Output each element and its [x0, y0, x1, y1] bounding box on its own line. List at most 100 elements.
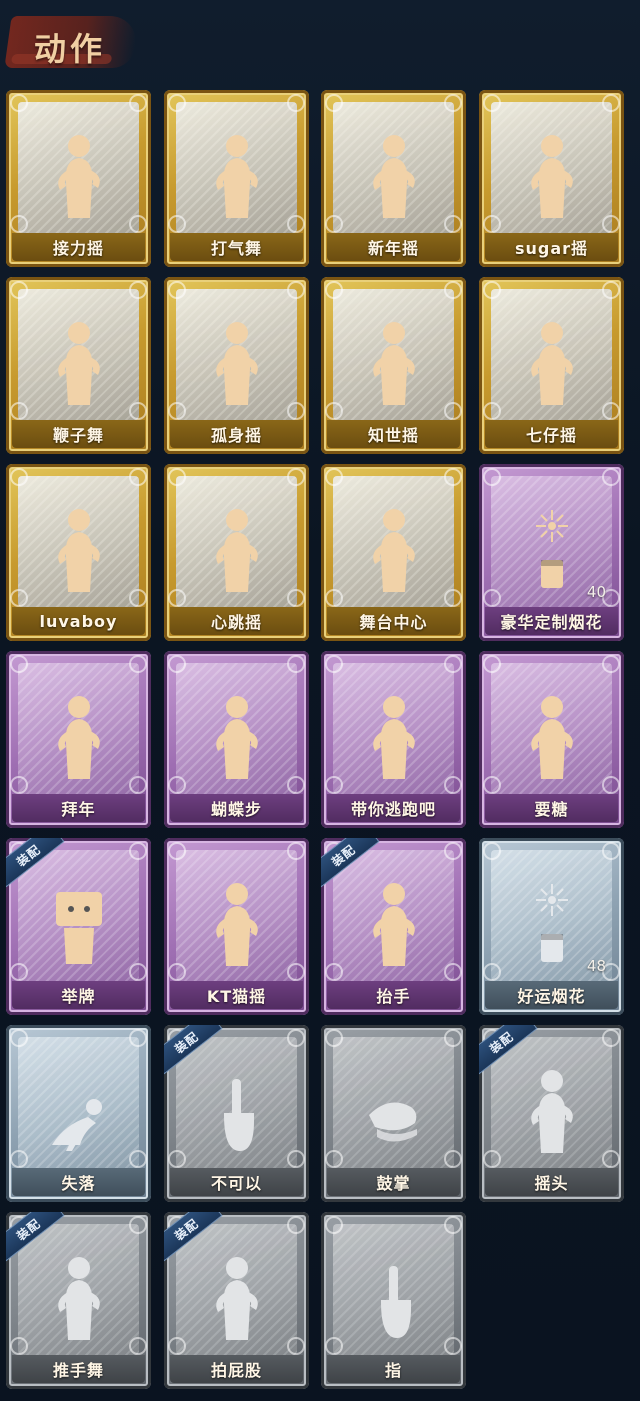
- card-label-bar: 心跳摇: [170, 607, 303, 635]
- ornament-corner-icon: [168, 1150, 186, 1168]
- figure-icon: [372, 883, 415, 966]
- emote-card[interactable]: 蝴蝶步: [164, 651, 309, 828]
- clap-hands-icon: [368, 1102, 417, 1142]
- emote-card[interactable]: 打气舞: [164, 90, 309, 267]
- point-hand-icon: [380, 1266, 411, 1338]
- emote-name: 失落: [61, 1174, 96, 1193]
- dance-figure-icon: [57, 509, 100, 592]
- emote-card[interactable]: 失落: [6, 1025, 151, 1202]
- ornament-corner-icon: [444, 215, 462, 233]
- card-label-bar: 舞台中心: [327, 607, 460, 635]
- ornament-corner-icon: [483, 963, 501, 981]
- ornament-corner-icon: [10, 589, 28, 607]
- section-header: 动作: [4, 10, 140, 74]
- emote-card[interactable]: 装配 推手舞: [6, 1212, 151, 1389]
- ornament-corner-icon: [10, 776, 28, 794]
- emote-card[interactable]: 知世摇: [321, 277, 466, 454]
- emote-name: 摇头: [534, 1174, 569, 1193]
- card-label-bar: 指: [327, 1355, 460, 1383]
- emote-card[interactable]: 心跳摇: [164, 464, 309, 641]
- figure-icon: [57, 1257, 100, 1340]
- dance-figure-icon: [530, 135, 573, 218]
- dance-figure-icon: [215, 509, 258, 592]
- emote-card[interactable]: 拜年: [6, 651, 151, 828]
- ornament-corner-icon: [129, 1150, 147, 1168]
- emote-card[interactable]: 指: [321, 1212, 466, 1389]
- ornament-corner-icon: [483, 842, 501, 860]
- card-label-bar: luvaboy: [12, 607, 145, 635]
- emote-name: 指: [384, 1361, 402, 1380]
- ornament-corner-icon: [325, 215, 343, 233]
- dance-figure-icon: [372, 696, 415, 779]
- card-label-bar: 推手舞: [12, 1355, 145, 1383]
- emote-card[interactable]: 装配 拍屁股: [164, 1212, 309, 1389]
- emote-card[interactable]: 七仔摇: [479, 277, 624, 454]
- emote-card[interactable]: luvaboy: [6, 464, 151, 641]
- ornament-corner-icon: [602, 402, 620, 420]
- ornament-corner-icon: [10, 963, 28, 981]
- ornament-corner-icon: [602, 94, 620, 112]
- ornament-corner-icon: [287, 963, 305, 981]
- ornament-corner-icon: [602, 1150, 620, 1168]
- emote-card[interactable]: 新年摇: [321, 90, 466, 267]
- dance-figure-icon: [530, 322, 573, 405]
- ornament-corner-icon: [325, 402, 343, 420]
- card-label-bar: 不可以: [170, 1168, 303, 1196]
- ornament-corner-icon: [168, 963, 186, 981]
- ornament-corner-icon: [602, 655, 620, 673]
- ornament-corner-icon: [444, 963, 462, 981]
- ornament-corner-icon: [287, 1150, 305, 1168]
- ornament-corner-icon: [129, 963, 147, 981]
- emote-card[interactable]: KT猫摇: [164, 838, 309, 1015]
- ornament-corner-icon: [325, 589, 343, 607]
- ornament-corner-icon: [325, 281, 343, 299]
- item-count: 48: [586, 957, 606, 975]
- emote-card[interactable]: 要糖: [479, 651, 624, 828]
- emote-name: 举牌: [61, 987, 96, 1006]
- emote-name: 鼓掌: [376, 1174, 411, 1193]
- dance-figure-icon: [215, 696, 258, 779]
- emote-card[interactable]: 带你逃跑吧: [321, 651, 466, 828]
- emote-card[interactable]: 接力摇: [6, 90, 151, 267]
- emote-inventory-page: 动作 接力摇 打气舞 新年摇 sugar摇鞭子舞 孤身摇 知世摇 七仔摇 luvaboy 心跳摇…: [0, 0, 640, 1401]
- finger-wag-icon: [223, 1079, 254, 1151]
- emote-card[interactable]: 舞台中心: [321, 464, 466, 641]
- emote-card[interactable]: 48 好运烟花: [479, 838, 624, 1015]
- emote-card[interactable]: 40 豪华定制烟花: [479, 464, 624, 641]
- ornament-corner-icon: [483, 402, 501, 420]
- ornament-corner-icon: [287, 589, 305, 607]
- emote-card[interactable]: 装配 举牌: [6, 838, 151, 1015]
- emote-name: 推手舞: [52, 1361, 104, 1380]
- ornament-corner-icon: [325, 1150, 343, 1168]
- emote-name: 知世摇: [367, 426, 419, 445]
- ornament-corner-icon: [444, 655, 462, 673]
- emote-card[interactable]: 鼓掌: [321, 1025, 466, 1202]
- ornament-corner-icon: [129, 1029, 147, 1047]
- card-label-bar: 抬手: [327, 981, 460, 1009]
- emote-name: 蝴蝶步: [210, 800, 262, 819]
- emote-card[interactable]: 装配 不可以: [164, 1025, 309, 1202]
- ornament-corner-icon: [129, 402, 147, 420]
- ornament-corner-icon: [168, 842, 186, 860]
- emote-name: 鞭子舞: [52, 426, 104, 445]
- emote-name: 要糖: [534, 800, 569, 819]
- emote-card[interactable]: 装配 摇头: [479, 1025, 624, 1202]
- card-label-bar: KT猫摇: [170, 981, 303, 1009]
- ornament-corner-icon: [168, 776, 186, 794]
- card-label-bar: 鼓掌: [327, 1168, 460, 1196]
- ornament-corner-icon: [168, 468, 186, 486]
- emote-card[interactable]: sugar摇: [479, 90, 624, 267]
- card-label-bar: 七仔摇: [485, 420, 618, 448]
- ornament-corner-icon: [483, 589, 501, 607]
- ornament-corner-icon: [287, 281, 305, 299]
- ornament-corner-icon: [129, 281, 147, 299]
- ornament-corner-icon: [444, 1029, 462, 1047]
- emote-card[interactable]: 孤身摇: [164, 277, 309, 454]
- emote-card[interactable]: 鞭子舞: [6, 277, 151, 454]
- ornament-corner-icon: [444, 402, 462, 420]
- emote-card[interactable]: 装配 抬手: [321, 838, 466, 1015]
- ornament-corner-icon: [325, 1029, 343, 1047]
- emote-name: 新年摇: [367, 239, 419, 258]
- card-label-bar: 好运烟花: [485, 981, 618, 1009]
- card-label-bar: 鞭子舞: [12, 420, 145, 448]
